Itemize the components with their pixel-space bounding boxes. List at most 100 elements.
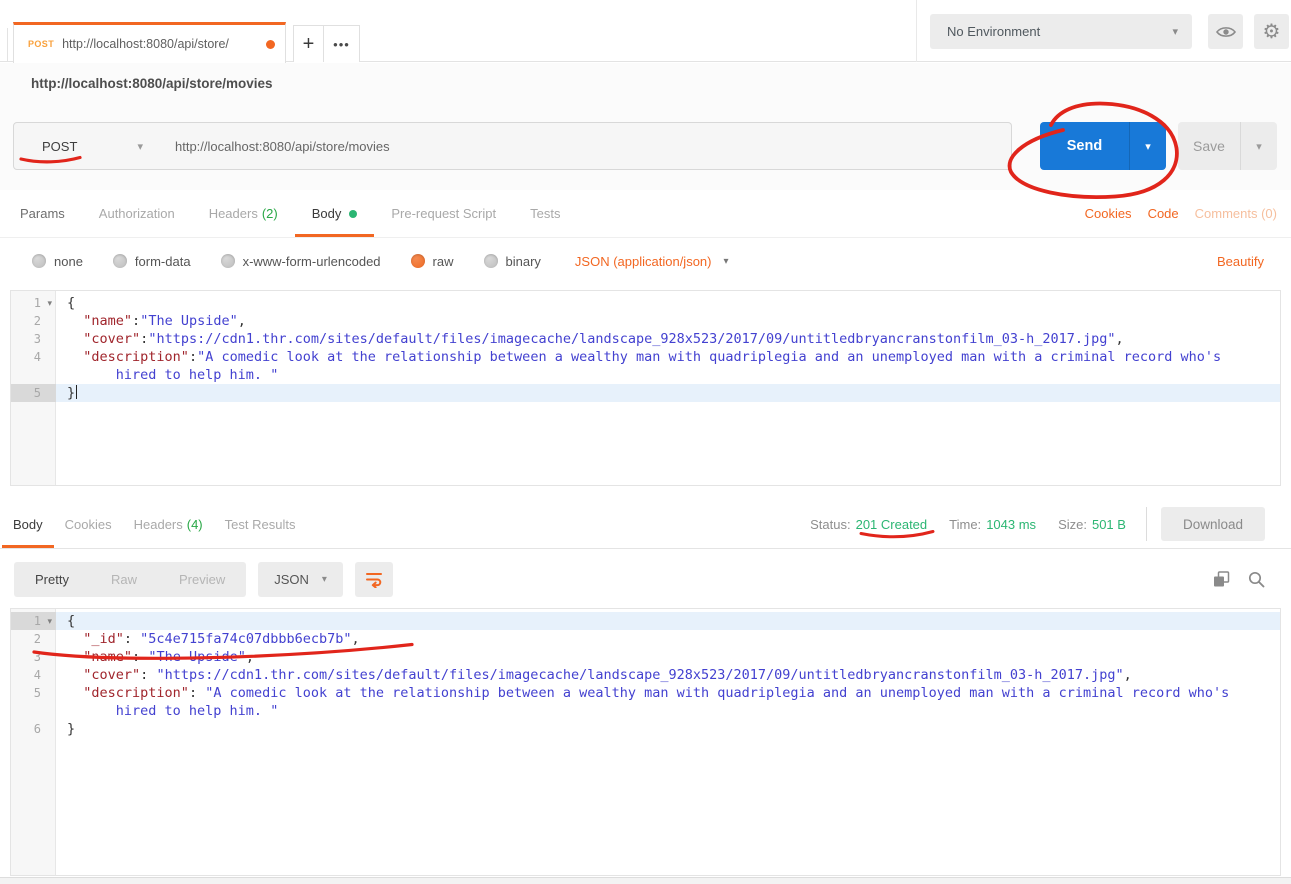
body-type-urlencoded[interactable]: x-www-form-urlencoded bbox=[221, 254, 381, 269]
code-line[interactable]: 4 "cover": "https://cdn1.thr.com/sites/d… bbox=[11, 666, 1280, 684]
size-value: 501 B bbox=[1092, 517, 1126, 532]
response-toolbar: Pretty Raw Preview JSON ▾ bbox=[0, 556, 1291, 602]
save-button[interactable]: Save bbox=[1178, 122, 1240, 170]
line-number: 6 bbox=[11, 720, 56, 738]
line-number: 2 bbox=[11, 312, 56, 330]
comments-link[interactable]: Comments (0) bbox=[1195, 206, 1277, 221]
body-type-binary[interactable]: binary bbox=[484, 254, 541, 269]
cookies-link[interactable]: Cookies bbox=[1085, 206, 1132, 221]
line-number: 4 bbox=[11, 348, 56, 384]
line-number: 4 bbox=[11, 666, 56, 684]
environment-quick-look-button[interactable] bbox=[1208, 14, 1243, 49]
view-pretty-button[interactable]: Pretty bbox=[14, 572, 90, 587]
new-tab-button[interactable]: + bbox=[293, 25, 324, 62]
tab-tests[interactable]: Tests bbox=[513, 190, 577, 237]
chevron-down-icon: ▾ bbox=[1145, 140, 1151, 153]
line-number: 2 bbox=[11, 630, 56, 648]
gear-icon: ⚙ bbox=[1263, 19, 1281, 44]
view-raw-button[interactable]: Raw bbox=[90, 572, 158, 587]
body-set-dot-icon bbox=[349, 210, 357, 218]
line-number: 3 bbox=[11, 648, 56, 666]
response-tab-test-results[interactable]: Test Results bbox=[214, 500, 307, 548]
request-title: http://localhost:8080/api/store/movies bbox=[31, 76, 273, 91]
divider bbox=[1146, 507, 1147, 541]
code-link[interactable]: Code bbox=[1148, 206, 1179, 221]
plus-icon: + bbox=[303, 33, 315, 56]
radio-icon bbox=[113, 254, 127, 268]
save-options-button[interactable]: ▾ bbox=[1240, 122, 1277, 170]
code-line[interactable]: 5 "description": "A comedic look at the … bbox=[11, 684, 1280, 720]
tab-pre-request-script[interactable]: Pre-request Script bbox=[374, 190, 513, 237]
code-line[interactable]: 6} bbox=[11, 720, 1280, 738]
chevron-down-icon: ▾ bbox=[322, 574, 327, 585]
download-button[interactable]: Download bbox=[1161, 507, 1265, 541]
url-input[interactable] bbox=[158, 122, 1012, 170]
time-label: Time: bbox=[949, 517, 981, 532]
method-select-label: POST bbox=[42, 139, 77, 154]
request-code: 1▾{2 "name":"The Upside",3 "cover":"http… bbox=[11, 291, 1280, 402]
radio-icon bbox=[221, 254, 235, 268]
tab-params[interactable]: Params bbox=[3, 190, 82, 237]
code-line[interactable]: 3 "cover":"https://cdn1.thr.com/sites/de… bbox=[11, 330, 1280, 348]
tab-authorization[interactable]: Authorization bbox=[82, 190, 192, 237]
code-line[interactable]: 1▾{ bbox=[11, 294, 1280, 312]
size-label: Size: bbox=[1058, 517, 1087, 532]
beautify-link[interactable]: Beautify bbox=[1217, 254, 1264, 269]
environment-select[interactable]: No Environment ▾ bbox=[930, 14, 1192, 49]
code-line[interactable]: 3 "name": "The Upside", bbox=[11, 648, 1280, 666]
body-type-form-data[interactable]: form-data bbox=[113, 254, 191, 269]
response-tab-cookies[interactable]: Cookies bbox=[54, 500, 123, 548]
tab-url-label: http://localhost:8080/api/store/ bbox=[62, 37, 258, 51]
send-button[interactable]: Send bbox=[1040, 122, 1129, 170]
tab-body[interactable]: Body bbox=[295, 190, 375, 237]
tab-method-label: POST bbox=[28, 39, 54, 49]
code-line[interactable]: 1▾{ bbox=[11, 612, 1280, 630]
bottom-scrollbar-track[interactable] bbox=[0, 877, 1291, 884]
view-preview-button[interactable]: Preview bbox=[158, 572, 246, 587]
environment-select-label: No Environment bbox=[947, 24, 1040, 39]
tab-headers[interactable]: Headers (2) bbox=[192, 190, 295, 237]
text-cursor bbox=[76, 385, 77, 399]
chevron-down-icon: ▾ bbox=[723, 256, 728, 267]
copy-icon[interactable] bbox=[1213, 571, 1230, 588]
response-tab-body[interactable]: Body bbox=[2, 500, 54, 548]
method-select[interactable]: POST ▾ bbox=[13, 122, 159, 170]
save-button-label: Save bbox=[1193, 138, 1225, 154]
response-headers-count-badge: (4) bbox=[187, 517, 203, 532]
line-number: 5 bbox=[11, 684, 56, 720]
code-line[interactable]: 5} bbox=[11, 384, 1280, 402]
body-type-raw[interactable]: raw bbox=[411, 254, 454, 269]
search-icon[interactable] bbox=[1248, 571, 1265, 588]
content-type-select[interactable]: JSON (application/json) ▾ bbox=[575, 254, 729, 269]
wrap-lines-button[interactable] bbox=[355, 562, 393, 597]
status-value: 201 Created bbox=[856, 517, 928, 532]
line-number: 3 bbox=[11, 330, 56, 348]
code-line[interactable]: 2 "_id": "5c4e715fa74c07dbbb6ecb7b", bbox=[11, 630, 1280, 648]
line-number: 5 bbox=[11, 384, 56, 402]
response-format-select[interactable]: JSON ▾ bbox=[258, 562, 343, 597]
more-options-icon: ••• bbox=[333, 37, 350, 52]
response-body-editor[interactable]: 1▾{2 "_id": "5c4e715fa74c07dbbb6ecb7b",3… bbox=[10, 608, 1281, 876]
radio-icon bbox=[484, 254, 498, 268]
code-line[interactable]: 4 "description":"A comedic look at the r… bbox=[11, 348, 1280, 384]
fold-caret-icon[interactable]: ▾ bbox=[41, 294, 52, 312]
send-button-group: Send ▾ bbox=[1040, 122, 1166, 170]
request-body-editor[interactable]: 1▾{2 "name":"The Upside",3 "cover":"http… bbox=[10, 290, 1281, 486]
response-tab-headers[interactable]: Headers (4) bbox=[123, 500, 214, 548]
settings-button[interactable]: ⚙ bbox=[1254, 14, 1289, 49]
radio-selected-icon bbox=[411, 254, 425, 268]
tab-options-button[interactable]: ••• bbox=[323, 25, 360, 62]
body-type-none[interactable]: none bbox=[32, 254, 83, 269]
line-number: 1▾ bbox=[11, 612, 56, 630]
chevron-down-icon: ▾ bbox=[137, 140, 143, 153]
status-label: Status: bbox=[810, 517, 850, 532]
response-actions bbox=[1213, 571, 1291, 588]
topbar: POST http://localhost:8080/api/store/ + … bbox=[0, 0, 1291, 62]
response-view-switch: Pretty Raw Preview bbox=[14, 562, 246, 597]
send-options-button[interactable]: ▾ bbox=[1129, 122, 1166, 170]
fold-caret-icon[interactable]: ▾ bbox=[41, 612, 52, 630]
request-tab[interactable]: POST http://localhost:8080/api/store/ bbox=[13, 22, 286, 63]
unsaved-changes-dot-icon bbox=[266, 40, 275, 49]
line-number: 1▾ bbox=[11, 294, 56, 312]
code-line[interactable]: 2 "name":"The Upside", bbox=[11, 312, 1280, 330]
